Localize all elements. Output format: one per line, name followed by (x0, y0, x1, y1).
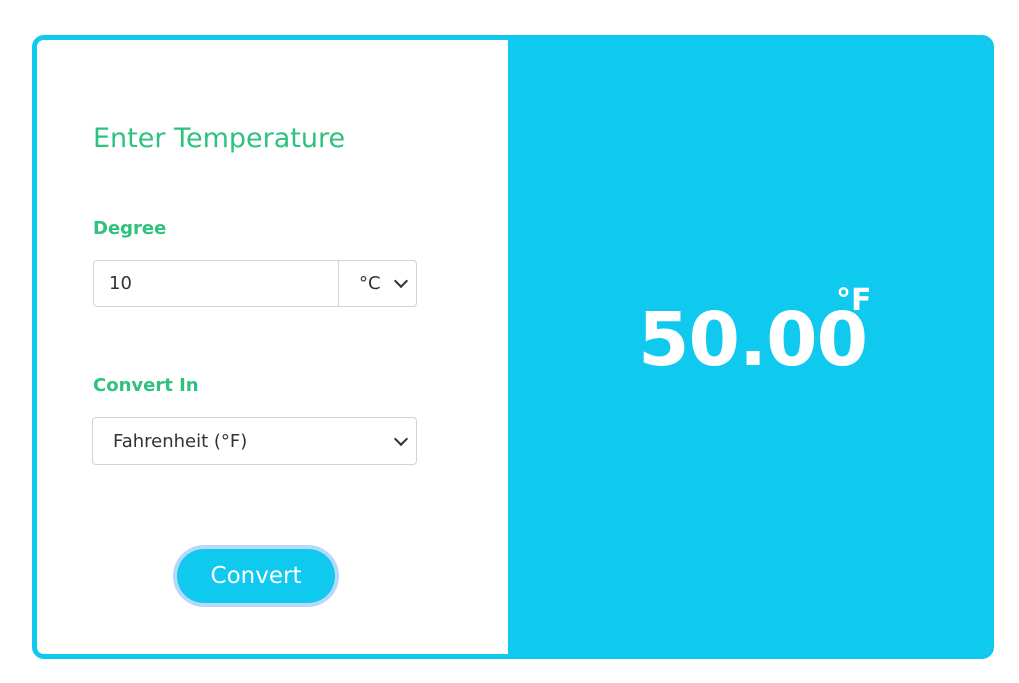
input-panel: Enter Temperature Degree °C Convert In F… (37, 40, 508, 654)
unit-select-value: °C (359, 273, 381, 294)
convert-button[interactable]: Convert (173, 545, 339, 607)
convert-in-select[interactable]: Fahrenheit (°F) (92, 417, 417, 465)
convert-in-select-value: Fahrenheit (°F) (113, 430, 248, 452)
convert-in-label: Convert In (93, 375, 199, 396)
form-title: Enter Temperature (93, 123, 346, 154)
result-value: 50.00 (638, 297, 868, 383)
degree-input[interactable] (94, 261, 338, 306)
chevron-down-icon (393, 273, 409, 289)
result-unit: °F (836, 283, 872, 318)
degree-label: Degree (93, 218, 167, 239)
degree-input-group: °C (93, 260, 417, 307)
result-panel: 50.00 °F (508, 40, 989, 654)
chevron-down-icon (393, 431, 409, 446)
unit-select[interactable]: °C (338, 261, 416, 306)
converter-card: Enter Temperature Degree °C Convert In F… (32, 35, 994, 659)
